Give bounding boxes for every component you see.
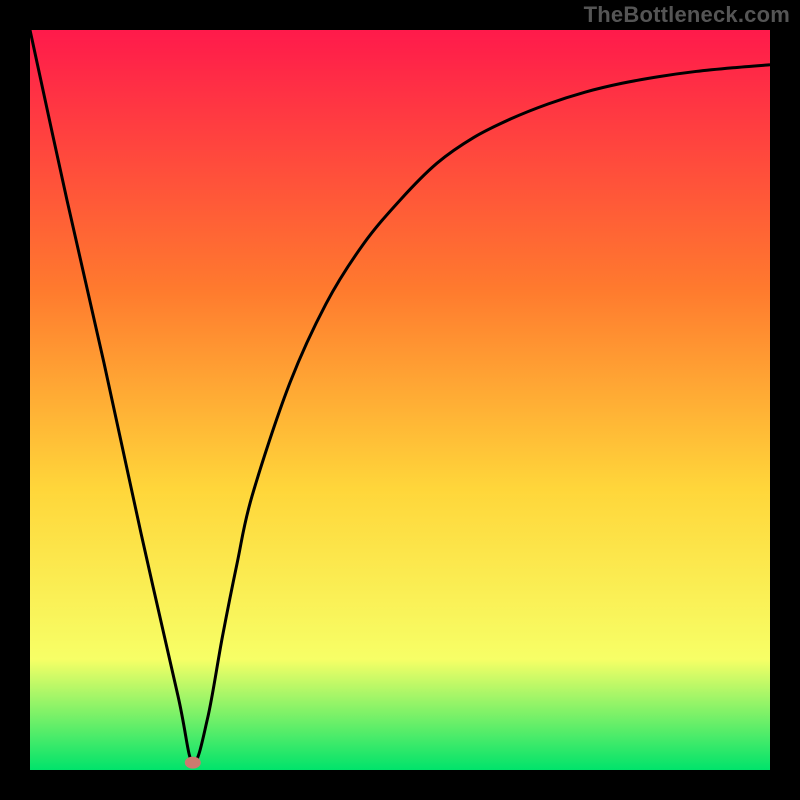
gradient-background (30, 30, 770, 770)
plot-area (30, 30, 770, 770)
attribution-text: TheBottleneck.com (584, 2, 790, 28)
optimal-point-marker (185, 757, 201, 769)
chart-svg (30, 30, 770, 770)
chart-frame: TheBottleneck.com (0, 0, 800, 800)
